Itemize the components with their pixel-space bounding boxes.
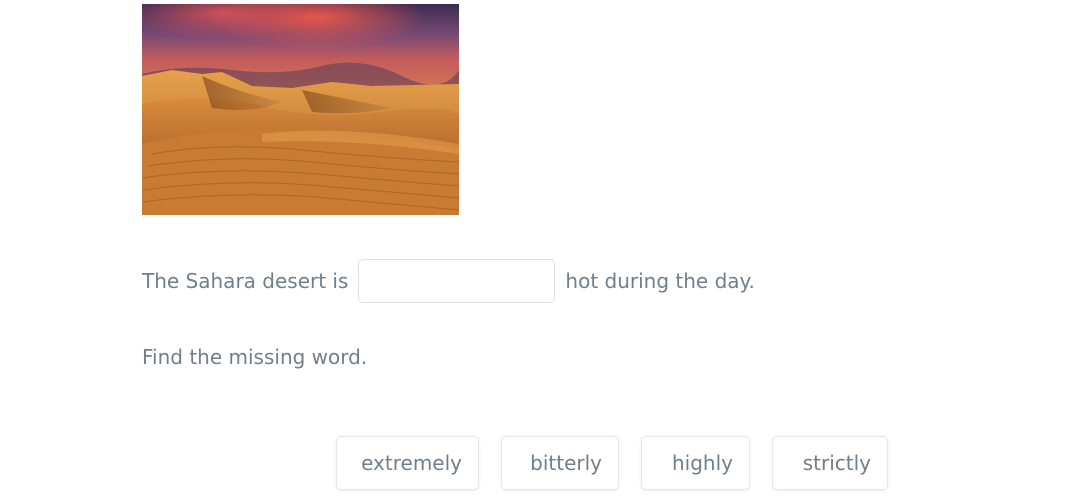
instruction-text: Find the missing word.: [142, 345, 368, 369]
exercise-card: The Sahara desert is hot during the day.…: [0, 0, 1079, 503]
sentence-before-text: The Sahara desert is: [142, 269, 349, 293]
answer-blank-input[interactable]: [358, 259, 556, 303]
choice-highly-button[interactable]: highly: [641, 436, 750, 490]
sentence-after-text: hot during the day.: [565, 269, 755, 293]
choice-bitterly-button[interactable]: bitterly: [501, 436, 619, 490]
desert-photo: [142, 4, 459, 215]
choice-extremely-button[interactable]: extremely: [336, 436, 479, 490]
sentence-row: The Sahara desert is hot during the day.: [142, 258, 755, 304]
choice-strictly-button[interactable]: strictly: [772, 436, 888, 490]
